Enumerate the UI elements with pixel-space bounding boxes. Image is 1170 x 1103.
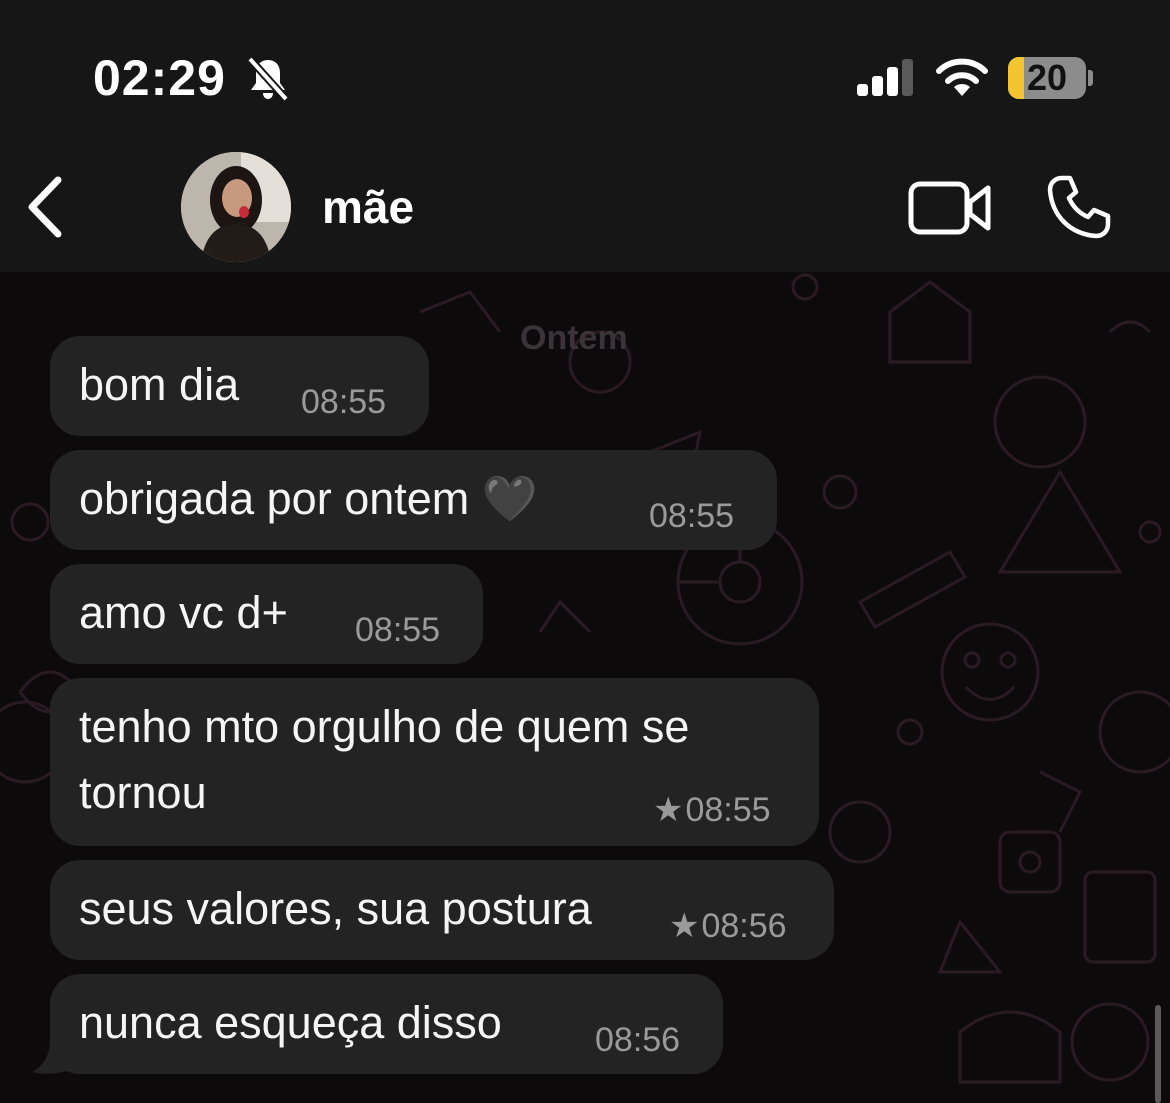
avatar[interactable]	[181, 152, 291, 262]
message-time: 08:55	[301, 383, 387, 421]
message-bubble[interactable]: tenho mto orgulho de quem se tornou ★08:…	[50, 678, 819, 846]
battery-percent: 20	[1026, 57, 1068, 98]
message-time: 08:55	[685, 791, 771, 829]
star-icon: ★	[669, 907, 700, 945]
video-call-icon[interactable]	[908, 178, 992, 238]
chat-area[interactable]: Ontem bom dia 08:55 obrigada por ontem 🖤…	[0, 272, 1170, 1103]
bubble-tail	[32, 1040, 70, 1074]
message-time-row: ★08:56	[669, 906, 787, 946]
wifi-icon	[936, 58, 988, 96]
message-text: amo vc d+	[79, 587, 288, 638]
message-bubble[interactable]: bom dia 08:55	[50, 336, 429, 436]
back-icon[interactable]	[24, 176, 68, 238]
bell-off-icon	[247, 56, 289, 102]
message-text-line-2: tornou	[79, 767, 207, 818]
message-bubble[interactable]: obrigada por ontem 🖤 08:55	[50, 450, 777, 550]
star-icon: ★	[653, 791, 684, 829]
contact-name[interactable]: mãe	[322, 180, 414, 234]
status-time: 02:29	[93, 50, 226, 106]
message-text: nunca esqueça disso	[79, 997, 502, 1048]
battery-tip	[1088, 70, 1093, 86]
message-time: 08:55	[355, 611, 441, 649]
chat-screen: 02:29 20 mãe Ontem bom dia 08:55 obrigad…	[0, 0, 1170, 1103]
message-time: 08:56	[701, 907, 787, 945]
message-text: obrigada por ontem 🖤	[79, 473, 538, 524]
message-bubble[interactable]: seus valores, sua postura ★08:56	[50, 860, 834, 960]
message-time: 08:56	[595, 1021, 681, 1059]
scrollbar[interactable]	[1155, 1005, 1161, 1103]
top-bar: 02:29 20 mãe	[0, 0, 1170, 272]
avatar-photo	[181, 152, 291, 262]
signal-icon	[857, 59, 913, 96]
message-bubble[interactable]: amo vc d+ 08:55	[50, 564, 483, 664]
battery-icon: 20	[1008, 57, 1086, 99]
phone-icon[interactable]	[1046, 174, 1112, 240]
message-text: tenho mto orgulho de quem se	[79, 701, 690, 752]
message-text: seus valores, sua postura	[79, 883, 592, 934]
date-separator: Ontem	[520, 319, 628, 357]
message-bubble[interactable]: nunca esqueça disso 08:56	[50, 974, 723, 1074]
message-text: bom dia	[79, 359, 240, 410]
message-time: 08:55	[649, 497, 735, 535]
message-time-row: ★08:55	[653, 790, 771, 830]
